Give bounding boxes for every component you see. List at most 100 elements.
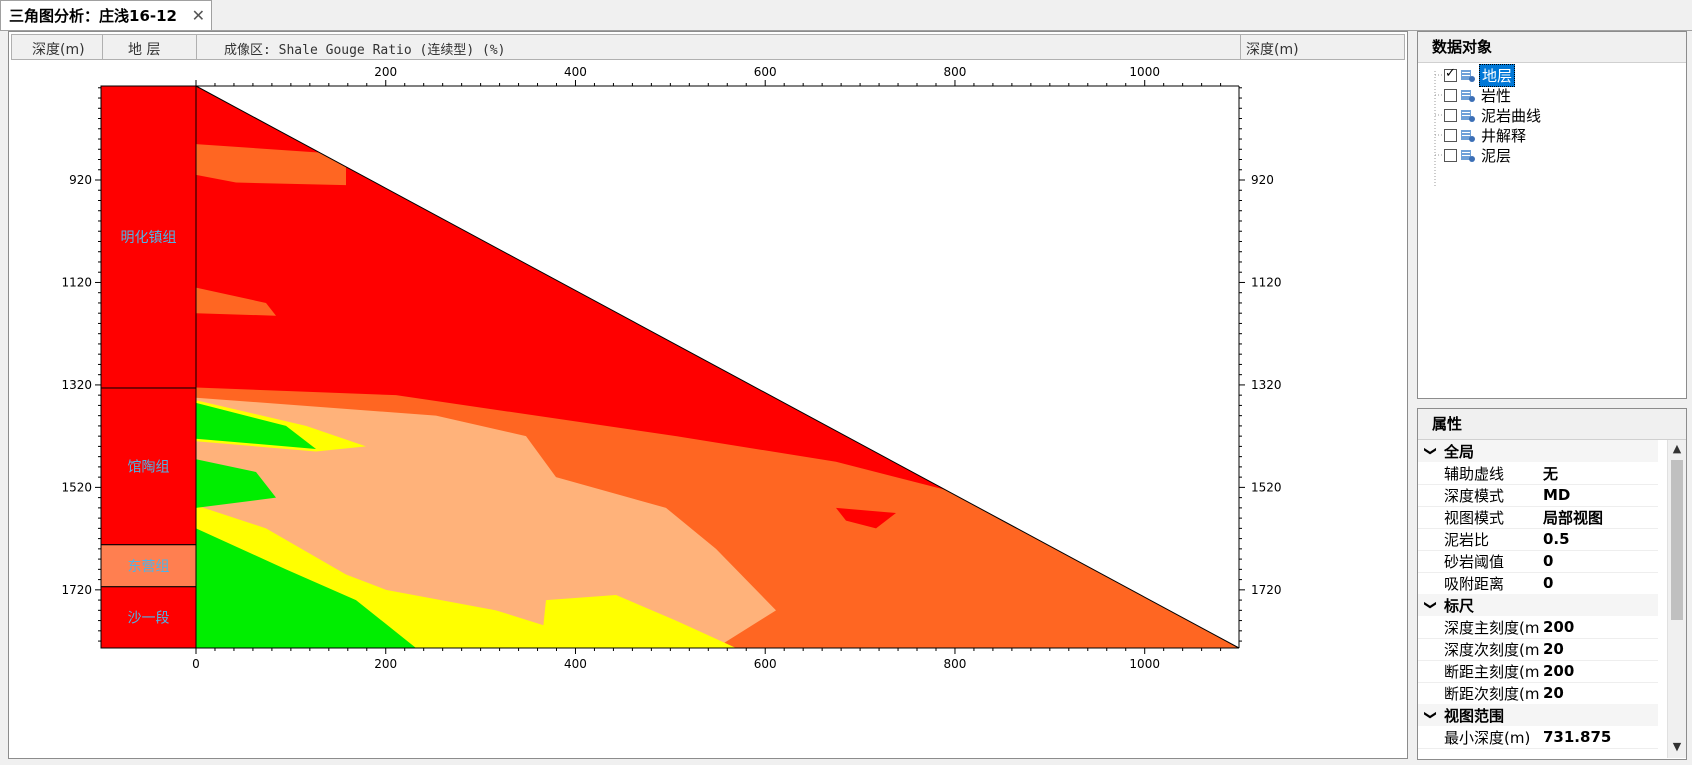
formation-label: 东营组	[128, 559, 170, 575]
property-value[interactable]: 20	[1539, 640, 1564, 658]
property-value[interactable]: 局部视图	[1539, 507, 1603, 528]
property-value[interactable]: 0	[1539, 574, 1553, 592]
property-row[interactable]: 泥岩比 0.5	[1418, 528, 1658, 551]
tree-item-label: 地层	[1479, 63, 1516, 87]
property-key: 断距次刻度(m)	[1444, 684, 1539, 703]
y-left-tick-label: 1320	[61, 378, 92, 392]
tree-item-label: 泥岩曲线	[1481, 106, 1542, 125]
property-key: 砂岩阈值	[1444, 552, 1505, 571]
property-value[interactable]: 200	[1539, 618, 1574, 636]
y-right-tick-label: 920	[1251, 173, 1274, 187]
tree-item-lithology[interactable]: 岩性	[1444, 85, 1513, 105]
property-row[interactable]: 视图模式 局部视图	[1418, 506, 1658, 529]
y-left-tick-label: 1120	[61, 275, 92, 289]
property-value[interactable]: 0	[1539, 552, 1553, 570]
scroll-down-icon[interactable]: ▼	[1668, 738, 1686, 756]
category-ruler[interactable]: ❯ 标尺	[1418, 594, 1658, 616]
x-top-tick-label: 400	[564, 65, 587, 79]
checkbox-icon[interactable]	[1444, 148, 1457, 162]
property-key: 深度主刻度(m)	[1444, 618, 1539, 637]
tree-item-label: 泥层	[1481, 146, 1512, 165]
x-top-tick-label: 600	[754, 65, 777, 79]
y-right-tick-label: 1520	[1251, 480, 1282, 494]
layer-icon	[1461, 149, 1475, 162]
x-top-tick-label: 1000	[1129, 65, 1160, 79]
property-key: 视图模式	[1444, 508, 1505, 527]
property-row[interactable]: 深度模式 MD	[1418, 484, 1658, 507]
chevron-down-icon[interactable]: ❯	[1424, 592, 1438, 618]
data-objects-panel: 数据对象 地层 岩性 泥岩曲线 井解释	[1417, 31, 1687, 399]
property-key: 吸附距离	[1444, 574, 1505, 593]
band-orange-top	[196, 144, 346, 186]
y-left-tick-label: 1720	[61, 583, 92, 597]
triangle-plot[interactable]: 明化镇组馆陶组东营组沙一段 200 400 600 800 1000 0 200 400 600…	[9, 32, 1407, 758]
tree-item-mud-layer[interactable]: 泥层	[1444, 145, 1513, 165]
checkbox-icon[interactable]	[1444, 66, 1457, 82]
property-row[interactable]: 辅助虚线 无	[1418, 462, 1658, 485]
x-bottom-tick-label: 400	[564, 657, 587, 671]
property-row[interactable]: 砂岩阈值 0	[1418, 550, 1658, 573]
tree-item-mudstone-curve[interactable]: 泥岩曲线	[1444, 105, 1543, 125]
category-label: 视图范围	[1444, 706, 1505, 725]
property-row[interactable]: 断距主刻度(m) 200	[1418, 660, 1658, 683]
layer-icon	[1461, 69, 1475, 82]
formation-label: 明化镇组	[121, 230, 177, 246]
category-label: 全局	[1444, 442, 1475, 461]
properties-panel: 属性 ❯ 全局 辅助虚线 无 深度模式 MD 视图模式 局部视图 泥岩比 0.5 砂岩阈值…	[1417, 408, 1687, 760]
x-top-tick-label: 800	[944, 65, 967, 79]
property-row[interactable]: 断距次刻度(m) 20	[1418, 682, 1658, 705]
y-right-tick-label: 1320	[1251, 378, 1282, 392]
tree-item-label: 井解释	[1481, 126, 1527, 145]
data-objects-title: 数据对象	[1418, 32, 1686, 63]
properties-title: 属性	[1418, 409, 1686, 440]
sgr-triangle-image	[195, 85, 1240, 649]
checkbox-icon[interactable]	[1444, 128, 1457, 142]
y-left-tick-label: 1520	[61, 480, 92, 494]
x-bottom-tick-label: 0	[192, 657, 200, 671]
property-value[interactable]: 0.5	[1539, 530, 1570, 548]
property-scrollbar[interactable]: ▲ ▼	[1667, 440, 1686, 758]
property-value[interactable]: 无	[1539, 463, 1558, 484]
property-row[interactable]: 深度主刻度(m) 200	[1418, 616, 1658, 639]
property-key: 泥岩比	[1444, 530, 1490, 549]
checkbox-icon[interactable]	[1444, 108, 1457, 122]
property-value[interactable]: 20	[1539, 684, 1564, 702]
formation-column: 明化镇组馆陶组东营组沙一段	[100, 85, 197, 649]
triangle-chart-pane: 深度(m) 地 层 成像区: Shale Gouge Ratio (连续型) (…	[8, 31, 1408, 759]
property-row[interactable]: 深度次刻度(m) 20	[1418, 638, 1658, 661]
x-bottom-tick-label: 600	[754, 657, 777, 671]
chevron-down-icon[interactable]: ❯	[1424, 702, 1438, 728]
close-icon[interactable]: ✕	[192, 6, 205, 25]
property-key: 深度模式	[1444, 486, 1505, 505]
x-bottom-tick-label: 800	[944, 657, 967, 671]
formation-label: 沙一段	[128, 610, 170, 626]
tree-item-well-interpretation[interactable]: 井解释	[1444, 125, 1528, 145]
x-bottom-tick-label: 1000	[1129, 657, 1160, 671]
property-key: 断距主刻度(m)	[1444, 662, 1539, 681]
property-value[interactable]: 731.875	[1539, 728, 1611, 746]
property-value[interactable]: 200	[1539, 662, 1574, 680]
property-value[interactable]: MD	[1539, 486, 1570, 504]
formation-label: 馆陶组	[128, 459, 170, 475]
layer-icon	[1461, 109, 1475, 122]
property-grid: ❯ 全局 辅助虚线 无 深度模式 MD 视图模式 局部视图 泥岩比 0.5 砂岩阈值 0 吸…	[1418, 440, 1686, 760]
layer-icon	[1461, 129, 1475, 142]
x-top-tick-label: 200	[374, 65, 397, 79]
tab-title: 三角图分析：庄浅16-12	[9, 7, 177, 25]
tab-bar: 三角图分析：庄浅16-12 ✕	[0, 0, 1692, 31]
x-bottom-tick-label: 200	[374, 657, 397, 671]
category-label: 标尺	[1444, 596, 1475, 615]
category-global[interactable]: ❯ 全局	[1418, 440, 1658, 462]
tree-item-strata[interactable]: 地层	[1444, 63, 1516, 87]
checkbox-icon[interactable]	[1444, 88, 1457, 102]
scroll-thumb[interactable]	[1671, 460, 1683, 620]
property-key: 辅助虚线	[1444, 464, 1505, 483]
property-row[interactable]: 最小深度(m) 731.875	[1418, 726, 1658, 749]
category-view-range[interactable]: ❯ 视图范围	[1418, 704, 1658, 726]
chevron-down-icon[interactable]: ❯	[1424, 440, 1438, 464]
tab-triangle-analysis[interactable]: 三角图分析：庄浅16-12 ✕	[0, 0, 212, 30]
property-row[interactable]: 吸附距离 0	[1418, 572, 1658, 595]
y-right-tick-label: 1120	[1251, 275, 1282, 289]
layer-icon	[1461, 89, 1475, 102]
scroll-up-icon[interactable]: ▲	[1668, 440, 1686, 458]
